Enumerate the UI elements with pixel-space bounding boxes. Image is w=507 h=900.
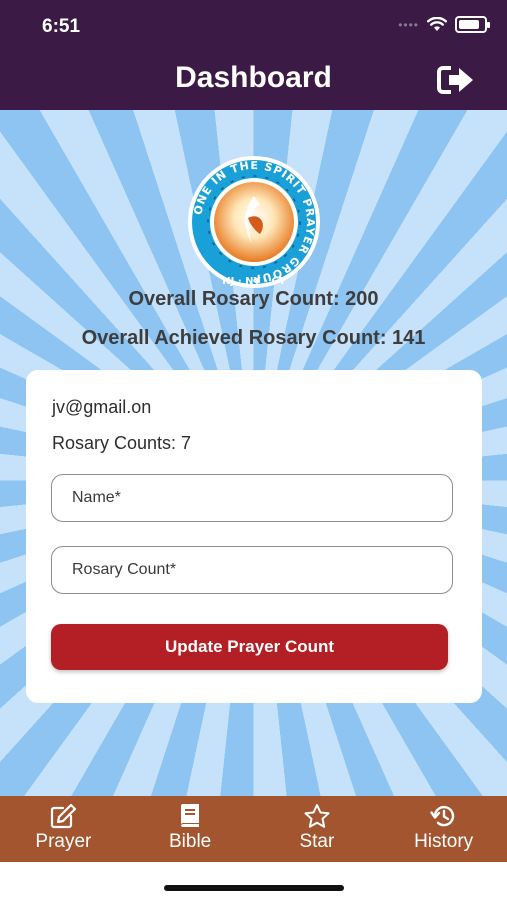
overall-rosary-count: Overall Rosary Count: 200 <box>128 288 379 310</box>
book-icon <box>181 804 200 827</box>
logo-region-text: NJ · NY · CT <box>222 276 286 287</box>
rosary-count-input[interactable] <box>51 546 453 594</box>
signal-icon: •••• <box>398 17 419 32</box>
tab-bar: Prayer Bible Star History <box>0 796 507 862</box>
wifi-icon <box>427 17 447 31</box>
logout-icon[interactable] <box>437 65 475 95</box>
prayer-card: jv@gmail.on Rosary Counts: 7 Update Pray… <box>26 370 482 703</box>
battery-icon <box>455 16 490 33</box>
overall-achieved-rosary-count: Overall Achieved Rosary Count: 141 <box>81 327 426 349</box>
name-input[interactable] <box>51 474 453 522</box>
tab-prayer-label: Prayer <box>35 831 92 852</box>
status-time: 6:51 <box>42 16 81 37</box>
tab-history-label: History <box>414 831 474 852</box>
status-bar: 6:51 •••• <box>0 0 507 52</box>
update-prayer-count-button[interactable]: Update Prayer Count <box>51 624 448 670</box>
history-icon <box>429 805 454 827</box>
nav-bar: Dashboard <box>0 52 507 110</box>
home-indicator[interactable] <box>164 885 344 891</box>
prayer-group-logo: ONE IN THE SPIRIT PRAYER GROUP NJ · NY ·… <box>188 156 320 288</box>
tab-prayer[interactable]: Prayer <box>0 796 127 862</box>
home-area <box>0 862 507 900</box>
tab-bible-label: Bible <box>169 831 212 852</box>
tab-star[interactable]: Star <box>254 796 381 862</box>
star-icon <box>304 804 330 828</box>
user-rosary-counts: Rosary Counts: 7 <box>52 433 192 453</box>
edit-icon <box>51 803 77 829</box>
tab-bible[interactable]: Bible <box>127 796 254 862</box>
dashboard-content: ONE IN THE SPIRIT PRAYER GROUP NJ · NY ·… <box>0 110 507 796</box>
tab-history[interactable]: History <box>380 796 507 862</box>
user-email: jv@gmail.on <box>52 397 152 417</box>
status-icons: •••• <box>398 16 490 33</box>
battery-level <box>459 20 480 29</box>
tab-star-label: Star <box>299 831 335 852</box>
page-title: Dashboard <box>175 61 332 94</box>
